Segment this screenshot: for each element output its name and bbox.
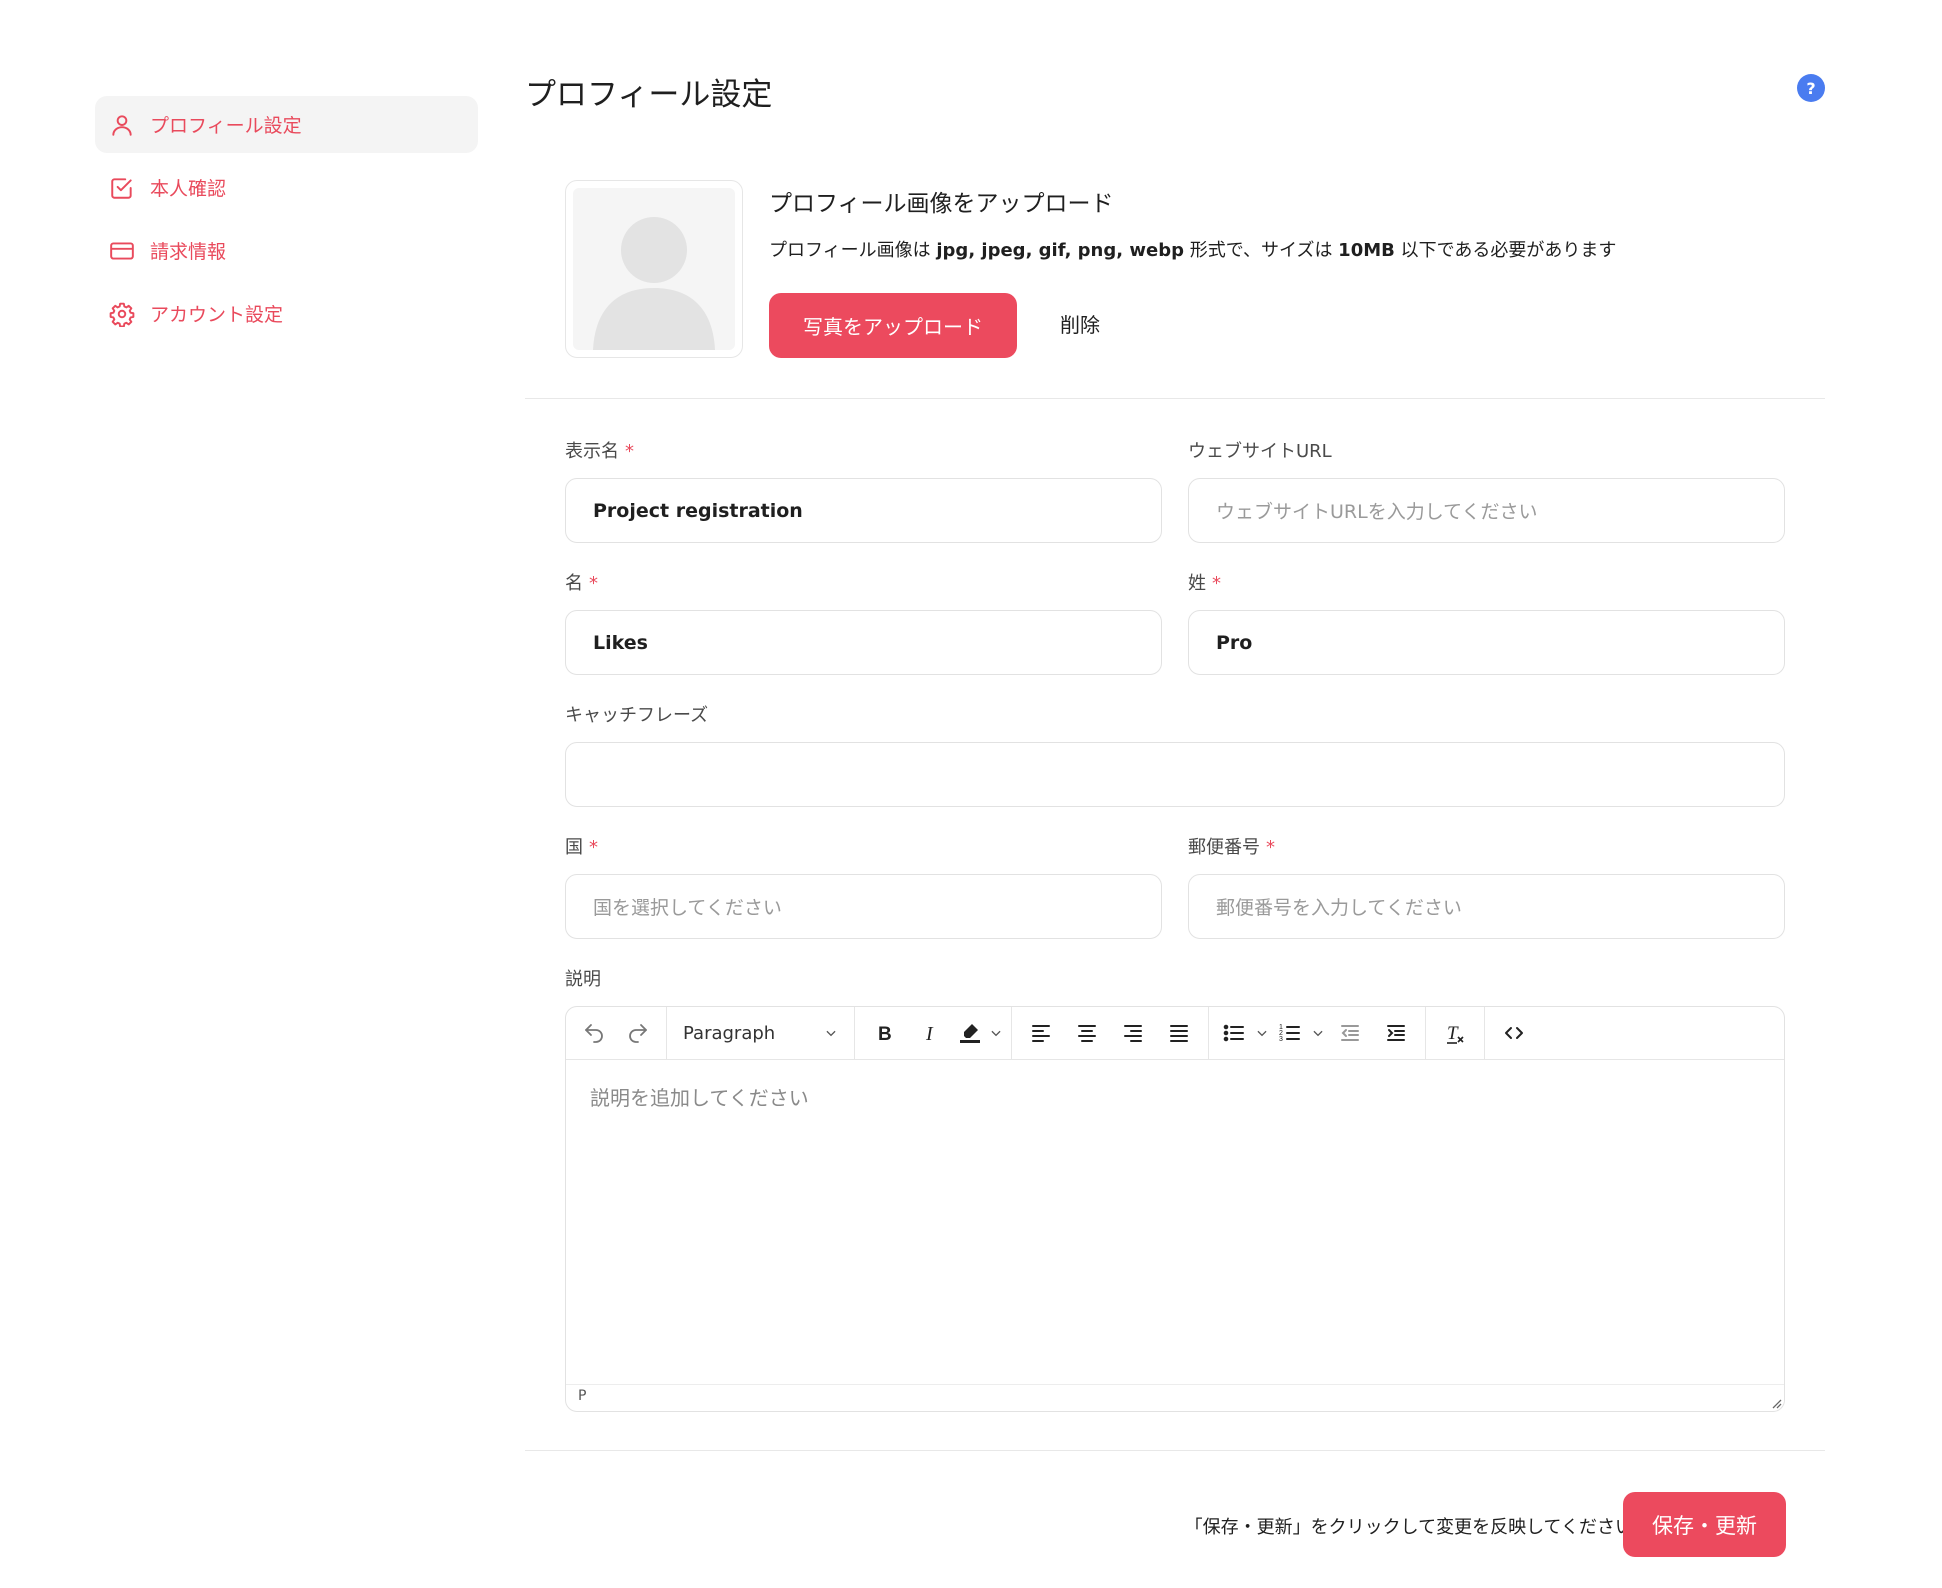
profile-image-section: プロフィール画像をアップロード プロフィール画像は jpg, jpeg, gif… [565,180,1785,358]
sidebar: プロフィール設定 本人確認 請求情報 アカウント設定 [95,96,478,348]
description-label: 説明 [565,969,601,990]
upload-photo-button[interactable]: 写真をアップロード [769,293,1017,358]
required-mark: * [589,837,598,858]
text-style-group: B I [855,1007,1012,1059]
list-group: 123 [1209,1007,1426,1059]
required-mark: * [589,573,598,594]
source-code-icon[interactable] [1491,1013,1537,1053]
svg-text:T: T [1447,1023,1459,1044]
check-square-icon [109,175,135,201]
description-editor: Paragraph B I 1 2 3 T 説明を追加してください P [565,1006,1785,1412]
postal-code-label: 郵便番号 * [1188,833,1275,859]
numbered-list-icon[interactable]: 123 [1271,1013,1309,1053]
save-hint: 「保存・更新」をクリックして変更を反映してください [1184,1517,1633,1538]
catchphrase-field[interactable] [565,742,1785,807]
first-name-field[interactable]: Likes [565,610,1162,675]
clear-formatting-icon[interactable]: T [1432,1013,1478,1053]
upload-desc-mid: 形式で、サイズは [1183,240,1339,261]
first-name-label-text: 名 [565,573,583,594]
country-select[interactable]: 国を選択してください [565,874,1162,939]
required-mark: * [1266,837,1275,858]
avatar-placeholder-icon [573,188,735,350]
svg-text:B: B [878,1024,892,1045]
credit-card-icon [109,238,135,264]
sidebar-item-label: 本人確認 [150,178,227,200]
required-mark: * [1212,573,1221,594]
upload-description: プロフィール画像は jpg, jpeg, gif, png, webp 形式で、… [769,236,1616,262]
editor-statusbar: P [566,1384,1784,1411]
description-textarea[interactable]: 説明を追加してください [566,1060,1784,1384]
required-mark: * [625,441,634,462]
svg-text:3: 3 [1279,1036,1283,1043]
resize-handle-icon[interactable] [1770,1397,1782,1409]
gear-icon [109,301,135,327]
align-justify-icon[interactable] [1156,1013,1202,1053]
chevron-down-icon[interactable] [1309,1013,1327,1053]
last-name-label: 姓 * [1188,569,1221,595]
catchphrase-label: キャッチフレーズ [565,705,709,726]
chevron-down-icon [826,1030,836,1037]
sidebar-item-label: 請求情報 [150,241,227,263]
first-name-label: 名 * [565,569,598,595]
last-name-label-text: 姓 [1188,573,1206,594]
sidebar-item-profile[interactable]: プロフィール設定 [95,96,478,153]
undo-icon[interactable] [572,1013,616,1053]
svg-text:I: I [925,1023,934,1045]
align-right-icon[interactable] [1110,1013,1156,1053]
help-icon[interactable]: ? [1797,74,1825,102]
outdent-icon[interactable] [1327,1013,1373,1053]
block-format-value: Paragraph [683,1022,776,1044]
bold-icon[interactable]: B [861,1013,907,1053]
upload-desc-formats: jpg, jpeg, gif, png, webp [936,240,1184,261]
avatar [565,180,743,358]
display-name-label: 表示名 * [565,437,634,463]
main-content: プロフィール設定 ? プロフィール画像をアップロード プロフィール画像は jpg… [525,60,1825,1557]
delete-photo-button[interactable]: 削除 [1060,293,1100,358]
sidebar-item-account[interactable]: アカウント設定 [95,285,478,342]
postal-code-label-text: 郵便番号 [1188,837,1260,858]
block-format-select[interactable]: Paragraph [673,1013,848,1053]
upload-desc-size: 10MB [1338,240,1395,261]
redo-icon[interactable] [616,1013,660,1053]
source-code-group [1485,1007,1543,1059]
country-label-text: 国 [565,837,583,858]
postal-code-field[interactable]: 郵便番号を入力してください [1188,874,1785,939]
align-left-icon[interactable] [1018,1013,1064,1053]
upload-desc-suffix: 以下である必要があります [1394,240,1617,261]
divider [525,1450,1825,1451]
user-icon [109,112,135,138]
upload-info: プロフィール画像をアップロード プロフィール画像は jpg, jpeg, gif… [769,180,1616,262]
editor-toolbar: Paragraph B I 1 2 3 T [566,1007,1784,1060]
upload-desc-prefix: プロフィール画像は [769,240,937,261]
display-name-label-text: 表示名 [565,441,619,462]
divider [525,398,1825,399]
page-title: プロフィール設定 [525,77,773,113]
chevron-down-icon[interactable] [987,1013,1005,1053]
chevron-down-icon[interactable] [1253,1013,1271,1053]
highlight-icon[interactable] [953,1013,987,1053]
save-update-button[interactable]: 保存・更新 [1623,1492,1786,1557]
display-name-field[interactable]: Project registration [565,478,1162,543]
sidebar-item-label: アカウント設定 [150,304,284,326]
website-label: ウェブサイトURL [1188,441,1332,462]
block-format-group: Paragraph [667,1007,855,1059]
sidebar-item-label: プロフィール設定 [150,115,302,137]
last-name-field[interactable]: Pro [1188,610,1785,675]
upload-title: プロフィール画像をアップロード [769,191,1114,217]
align-center-icon[interactable] [1064,1013,1110,1053]
sidebar-item-billing[interactable]: 請求情報 [95,222,478,279]
italic-icon[interactable]: I [907,1013,953,1053]
sidebar-item-verification[interactable]: 本人確認 [95,159,478,216]
bullet-list-icon[interactable] [1215,1013,1253,1053]
indent-icon[interactable] [1373,1013,1419,1053]
history-group [566,1007,667,1059]
clear-format-group: T [1426,1007,1485,1059]
element-path[interactable]: P [578,1388,586,1404]
website-field[interactable]: ウェブサイトURLを入力してください [1188,478,1785,543]
country-label: 国 * [565,833,598,859]
alignment-group [1012,1007,1209,1059]
